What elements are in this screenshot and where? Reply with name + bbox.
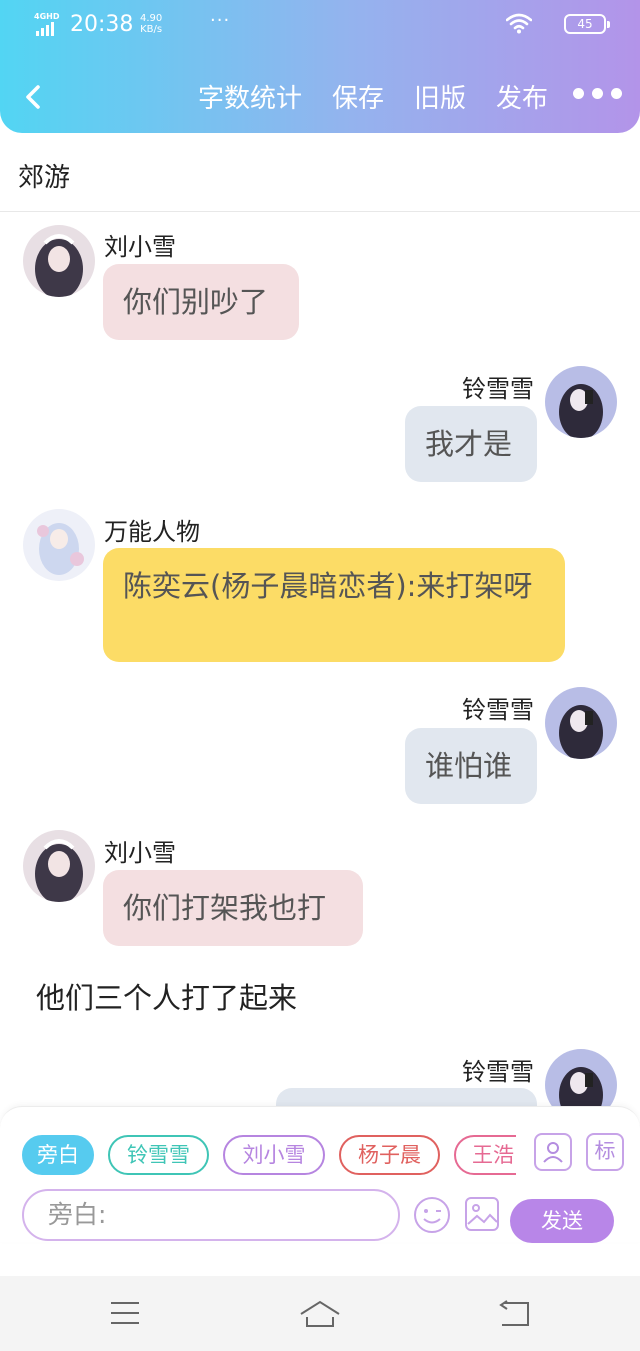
sender-name: 铃雪雪 (462, 696, 534, 724)
sender-name: 万能人物 (104, 518, 200, 546)
compose-panel: 旁白 铃雪雪 刘小雪 杨子晨 王浩 标 旁白: 发送 (0, 1106, 640, 1243)
role-chip-wang-hao[interactable]: 王浩 (454, 1135, 516, 1175)
role-chip-yang-zichen[interactable]: 杨子晨 (339, 1135, 440, 1175)
emoji-icon[interactable] (413, 1196, 451, 1234)
role-chip-ling-xuexue[interactable]: 铃雪雪 (108, 1135, 209, 1175)
story-title-bar: 郊游 (0, 133, 640, 212)
message-bubble[interactable]: 你们别吵了 (103, 264, 299, 340)
message-bubble[interactable]: 我才是 (405, 406, 537, 482)
notification-more: ··· (210, 10, 231, 31)
sender-name: 刘小雪 (104, 839, 176, 867)
message-bubble[interactable]: 谁怕谁 (405, 728, 537, 804)
back-arrow-icon[interactable] (20, 80, 50, 114)
image-icon[interactable] (464, 1196, 500, 1232)
sender-name: 刘小雪 (104, 233, 176, 261)
home-icon[interactable] (299, 1300, 341, 1328)
save-button[interactable]: 保存 (332, 78, 384, 115)
app-header: 4GHD 20:38 4.90 KB/s ··· 45 字数统计 保存 旧版 发… (0, 0, 640, 133)
sender-name: 铃雪雪 (462, 375, 534, 403)
header-actions: 字数统计 保存 旧版 发布 (198, 78, 548, 115)
mark-button[interactable]: 标 (586, 1133, 624, 1171)
narration-text[interactable]: 他们三个人打了起来 (36, 975, 297, 1017)
avatar-ling-xuexue[interactable] (545, 366, 617, 438)
top-nav: 字数统计 保存 旧版 发布 (0, 72, 640, 122)
message-bubble[interactable]: 你们打架我也打 (103, 870, 363, 946)
character-card-icon[interactable] (534, 1133, 572, 1171)
avatar-universal-character[interactable] (23, 509, 95, 581)
cellular-signal-icon: 4GHD (34, 12, 62, 36)
system-nav-bar (0, 1276, 640, 1351)
role-chip-narrator[interactable]: 旁白 (22, 1135, 94, 1175)
avatar-liu-xiaoxue[interactable] (23, 225, 95, 297)
role-chip-list: 旁白 铃雪雪 刘小雪 杨子晨 王浩 (22, 1135, 516, 1175)
back-icon[interactable] (498, 1300, 530, 1328)
story-title[interactable]: 郊游 (18, 157, 70, 194)
more-dots-icon[interactable] (573, 88, 622, 99)
menu-icon[interactable] (110, 1300, 140, 1326)
status-bar: 4GHD 20:38 4.90 KB/s ··· 45 (34, 10, 610, 40)
battery-icon: 45 (564, 14, 610, 34)
network-type: 4GHD (34, 12, 60, 21)
message-bubble[interactable]: 陈奕云(杨子晨暗恋者):来打架呀 (103, 548, 565, 662)
wifi-icon (506, 13, 532, 34)
role-chip-liu-xiaoxue[interactable]: 刘小雪 (223, 1135, 325, 1175)
avatar-ling-xuexue[interactable] (545, 687, 617, 759)
network-speed: 4.90 KB/s (140, 13, 163, 35)
clock: 20:38 (70, 12, 134, 37)
message-input[interactable]: 旁白: (22, 1189, 400, 1241)
publish-button[interactable]: 发布 (496, 78, 548, 115)
word-count-button[interactable]: 字数统计 (198, 78, 302, 115)
avatar-liu-xiaoxue[interactable] (23, 830, 95, 902)
sender-name: 铃雪雪 (462, 1058, 534, 1086)
old-version-button[interactable]: 旧版 (414, 78, 466, 115)
send-button[interactable]: 发送 (510, 1199, 614, 1243)
